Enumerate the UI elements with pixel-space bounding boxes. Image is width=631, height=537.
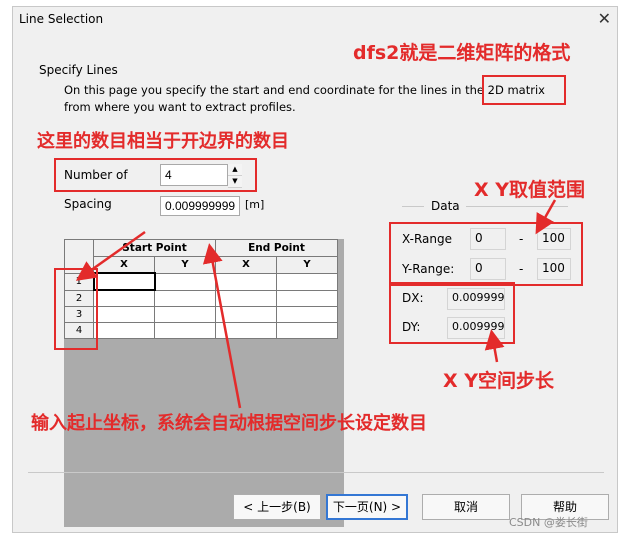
arrow-to-step bbox=[484, 329, 505, 363]
arrow-to-range bbox=[535, 199, 557, 235]
watermark: CSDN @娄长街 bbox=[509, 516, 588, 529]
annotation-number: 这里的数目相当于开边界的数目 bbox=[37, 131, 289, 152]
arrow-to-start-point bbox=[202, 243, 242, 409]
annotation-step: X Y空间步长 bbox=[443, 370, 555, 392]
annotation-dfs2: dfs2就是二维矩阵的格式 bbox=[353, 42, 571, 64]
annotation-arrows bbox=[75, 199, 557, 409]
arrow-to-rows bbox=[75, 230, 146, 281]
annotation-range: X Y取值范围 bbox=[474, 179, 586, 201]
annotation-input: 输入起止坐标，系统会自动根据空间步长设定数目 bbox=[31, 413, 427, 434]
